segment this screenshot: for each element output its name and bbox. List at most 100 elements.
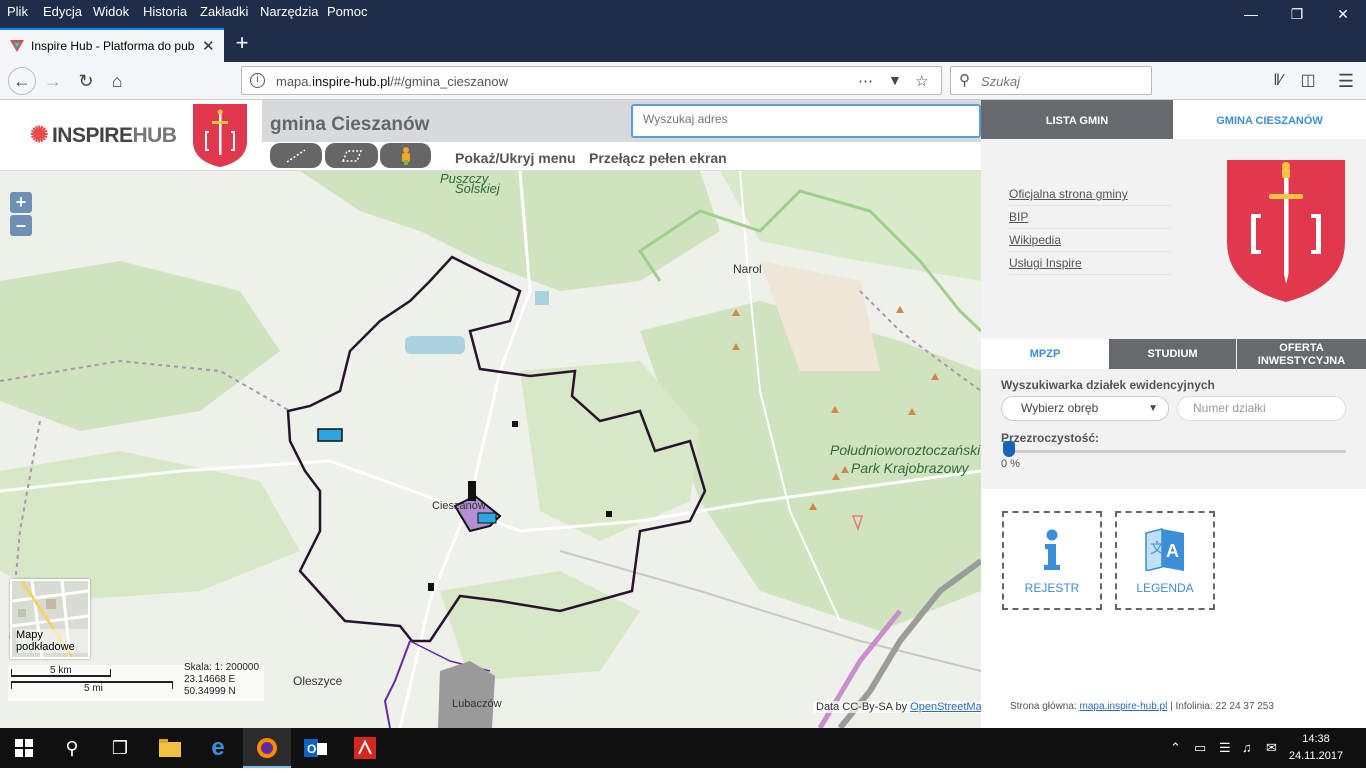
tab-close-icon[interactable]: ✕ (202, 37, 215, 55)
search-icon: ⚲ (959, 72, 970, 89)
site-info-icon[interactable]: i (250, 73, 265, 88)
menu-historia[interactable]: Historia (143, 4, 187, 19)
parcel-search: Wyszukiwarka działek ewidencyjnych Wybie… (981, 369, 1366, 489)
coord-n: 50.34999 N (184, 686, 236, 697)
library-icon[interactable]: ‖∕ (1265, 68, 1291, 94)
clock-date: 24.11.2017 (1288, 750, 1344, 762)
map-label-park-line2: Park Krajobrazowy (851, 460, 969, 476)
system-clock[interactable]: 14:38 24.11.2017 (1288, 731, 1344, 765)
url-text[interactable]: mapa.inspire-hub.pl/#/gmina_cieszanow (276, 74, 508, 89)
obreb-select[interactable]: Wybierz obręb ▼ (1001, 396, 1169, 421)
tray-chevron-icon[interactable]: ⌃ (1170, 740, 1181, 756)
tab-studium[interactable]: STUDIUM (1109, 339, 1236, 369)
task-view-icon[interactable]: ❐ (96, 728, 144, 768)
map-label-solskiej: Solskiej (455, 181, 500, 196)
map-label-lubaczow: Lubaczów (452, 698, 502, 710)
coord-e: 23.14668 E (184, 674, 236, 685)
url-bar[interactable]: i mapa.inspire-hub.pl/#/gmina_cieszanow … (241, 66, 942, 95)
logo-text-hub: HUB (132, 124, 177, 147)
numer-dzialki-input[interactable]: Numer działki (1177, 396, 1346, 421)
menu-plik[interactable]: Plik (7, 4, 28, 19)
close-window-icon[interactable]: ✕ (1320, 0, 1366, 24)
svg-text:文: 文 (1150, 541, 1164, 557)
acrobat-icon[interactable] (341, 728, 389, 768)
rejestr-label: REJESTR (1024, 581, 1080, 595)
legenda-label: LEGENDA (1136, 581, 1194, 595)
menu-widok[interactable]: Widok (93, 4, 129, 19)
toggle-menu-link[interactable]: Pokaż/Ukryj menu (455, 150, 576, 166)
sidebar-icon[interactable]: ◫ (1295, 68, 1321, 94)
inspirehub-favicon-icon (10, 40, 24, 52)
menu-pomoc[interactable]: Pomoc (327, 4, 367, 19)
footer-home-link[interactable]: mapa.inspire-hub.pl (1080, 701, 1168, 712)
logo-star-icon: ✺ (30, 122, 48, 147)
map-label-narol: Narol (733, 262, 762, 276)
address-search[interactable] (631, 104, 981, 138)
clock-time: 14:38 (1302, 733, 1330, 745)
tab-oferta[interactable]: OFERTA INWESTYCYJNA (1237, 339, 1366, 369)
footer-hotline: | Infolinia: 22 24 37 253 (1170, 701, 1274, 712)
zoom-in-button[interactable]: + (10, 192, 32, 213)
network-icon[interactable]: ☰ (1219, 740, 1231, 756)
street-view-button[interactable] (380, 143, 431, 168)
legenda-button[interactable]: 文 A LEGENDA (1115, 511, 1215, 610)
new-tab-icon[interactable]: + (230, 30, 254, 56)
firefox-icon[interactable] (243, 728, 291, 768)
search-bar[interactable]: ⚲ Szukaj (950, 66, 1152, 95)
gmina-title: gmina Cieszanów (270, 114, 430, 135)
restore-icon[interactable]: ❐ (1274, 0, 1320, 24)
zoom-out-button[interactable]: – (10, 215, 32, 236)
start-button[interactable] (0, 728, 48, 768)
measure-area-button[interactable] (325, 143, 378, 168)
pocket-icon[interactable]: ▼ (888, 72, 902, 88)
menu-bar: Plik Edycja Widok Historia Zakładki Narz… (0, 0, 1366, 24)
tab-gmina-cieszanow[interactable]: GMINA CIESZANÓW (1173, 100, 1366, 139)
opacity-slider-track[interactable] (1003, 450, 1346, 453)
outlook-icon[interactable]: O (292, 728, 340, 768)
volume-icon[interactable]: ♫ (1242, 740, 1252, 755)
link-uslugi-inspire[interactable]: Usługi Inspire (1009, 252, 1171, 275)
menu-edycja[interactable]: Edycja (43, 4, 82, 19)
reload-icon[interactable]: ↻ (73, 68, 99, 94)
bookmark-star-icon[interactable]: ☆ (915, 72, 928, 90)
measure-area-icon (341, 150, 362, 162)
minimize-icon[interactable]: — (1228, 0, 1274, 24)
tab-mpzp[interactable]: MPZP (981, 339, 1109, 369)
link-bip[interactable]: BIP (1009, 206, 1171, 229)
translate-icon: 文 A (1145, 528, 1184, 571)
tab-lista-gmin[interactable]: LISTA GMIN (981, 100, 1173, 139)
link-wikipedia[interactable]: Wikipedia (1009, 229, 1171, 252)
footer-prefix: Strona główna: (1010, 701, 1077, 712)
menu-zakladki[interactable]: Zakładki (200, 4, 248, 19)
inspirehub-logo[interactable]: ✺ INSPIREHUB (30, 122, 177, 148)
browser-tab[interactable]: Inspire Hub - Platforma do pub ✕ (0, 28, 224, 62)
attribution-text: Data CC-By-SA by (816, 701, 908, 713)
rejestr-button[interactable]: REJESTR (1002, 511, 1102, 610)
right-panel: LISTA GMIN GMINA CIESZANÓW Oficjalna str… (981, 100, 1366, 728)
back-icon[interactable]: ← (8, 67, 36, 95)
map-label-oleszyce: Oleszyce (293, 674, 343, 688)
measure-distance-button[interactable] (270, 143, 322, 168)
osm-link[interactable]: OpenStreetMap (910, 701, 981, 713)
measure-line-icon (286, 149, 306, 163)
menu-narzedzia[interactable]: Narzędzia (260, 4, 319, 19)
fullscreen-link[interactable]: Przełącz pełen ekran (589, 150, 727, 166)
scale-text: Skala: 1: 200000 (184, 662, 260, 673)
opacity-label: Przezroczystość: (1001, 431, 1100, 445)
forward-icon[interactable]: → (40, 68, 66, 94)
basemap-switcher[interactable]: Mapy podkładowe (10, 579, 90, 659)
file-explorer-icon[interactable] (146, 728, 194, 768)
address-search-input[interactable] (643, 112, 963, 126)
opacity-slider-handle[interactable] (1003, 441, 1015, 457)
search-taskbar-icon[interactable]: ⚲ (48, 728, 96, 768)
notification-icon[interactable]: ✉ (1266, 740, 1277, 756)
home-icon[interactable]: ⌂ (104, 68, 130, 94)
edge-icon[interactable]: e (194, 728, 242, 768)
hamburger-menu-icon[interactable]: ☰ (1333, 68, 1359, 94)
map-view[interactable]: Puszczy Solskiej Narol Południoworoztocz… (0, 171, 981, 728)
chevron-down-icon: ▼ (1148, 403, 1158, 414)
link-oficjalna-strona[interactable]: Oficjalna strona gminy (1009, 183, 1171, 206)
page-actions-icon[interactable]: ⋯ (858, 72, 873, 90)
battery-icon[interactable]: ▭ (1194, 740, 1206, 756)
gmina-crest-icon (1227, 160, 1345, 302)
